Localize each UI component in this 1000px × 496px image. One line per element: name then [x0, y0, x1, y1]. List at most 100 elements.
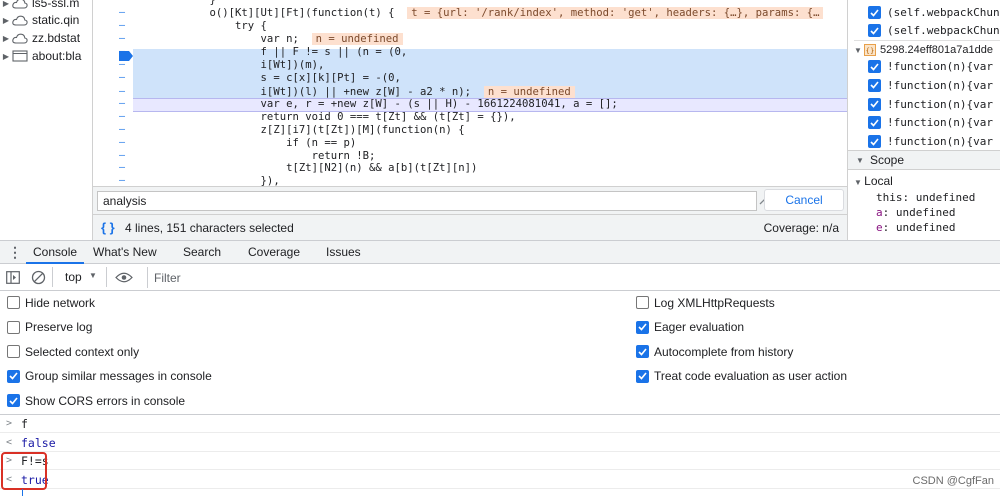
line-gutter-mark[interactable]: –: [119, 33, 129, 45]
checkbox-icon[interactable]: [868, 24, 881, 37]
dropdown-arrow-icon[interactable]: ▼: [89, 271, 97, 280]
cancel-button[interactable]: Cancel: [764, 189, 844, 211]
scope-var-row[interactable]: e: undefined: [876, 220, 955, 235]
code-line[interactable]: – var e, r = +new z[W] - (s || H) - 1661…: [93, 98, 847, 111]
collapse-arrow-icon[interactable]: ▼: [854, 178, 864, 187]
line-gutter-mark[interactable]: –: [119, 20, 129, 32]
code-line[interactable]: – return !B;: [93, 150, 847, 163]
checkbox-icon[interactable]: [868, 60, 881, 73]
callstack-row[interactable]: (self.webpackChun: [868, 3, 1000, 22]
tab-coverage[interactable]: Coverage: [248, 241, 300, 264]
code-line[interactable]: – t[Zt][N2](n) && a[b](t[Zt][n]): [93, 162, 847, 175]
expand-arrow-icon[interactable]: ▶: [0, 52, 12, 61]
code-line[interactable]: – }),: [93, 175, 847, 186]
checkbox-unchecked-icon[interactable]: [7, 296, 20, 309]
code-line[interactable]: – return void 0 === t[Zt] && (t[Zt] = {}…: [93, 111, 847, 124]
scope-var-key: this: [876, 191, 903, 204]
code-line[interactable]: – try {: [93, 20, 847, 33]
console-prompt-caret[interactable]: [22, 489, 23, 496]
checkbox-checked-icon[interactable]: [636, 369, 649, 383]
expand-arrow-icon[interactable]: ▶: [0, 16, 12, 25]
code-text: s = c[x][k][Pt] = -(0,: [133, 72, 401, 85]
tab-search[interactable]: Search: [183, 241, 221, 264]
line-gutter-mark[interactable]: –: [119, 150, 129, 162]
callstack-entry[interactable]: !function(n){var: [868, 57, 1000, 76]
checkbox-icon[interactable]: [868, 97, 881, 111]
line-gutter-mark[interactable]: –: [119, 124, 129, 136]
checkbox-icon[interactable]: [868, 116, 881, 130]
scope-var-key: a: [876, 206, 883, 219]
scope-var-row[interactable]: this: undefined: [876, 190, 975, 205]
code-line[interactable]: – i[Wt])(m),: [93, 59, 847, 72]
expand-arrow-icon[interactable]: ▶: [0, 0, 12, 8]
setting-option[interactable]: Hide network: [7, 294, 95, 311]
callstack-entry[interactable]: !function(n){var: [868, 132, 1000, 151]
nav-item-1[interactable]: ▶ static.qin: [0, 11, 79, 29]
code-line[interactable]: – }: [93, 0, 847, 7]
line-gutter-mark[interactable]: –: [119, 7, 129, 19]
checkbox-unchecked-icon[interactable]: [7, 320, 20, 334]
nav-item-3[interactable]: ▶ about:bla: [0, 47, 81, 65]
line-gutter-mark[interactable]: –: [119, 72, 129, 84]
collapse-arrow-icon[interactable]: ▼: [854, 46, 864, 55]
callstack-entry[interactable]: !function(n){var: [868, 95, 1000, 114]
checkbox-icon[interactable]: [868, 135, 881, 149]
checkbox-icon[interactable]: [868, 78, 881, 92]
code-line[interactable]: – if (n == p): [93, 137, 847, 150]
checkbox-checked-icon[interactable]: [7, 394, 20, 407]
clear-console-icon[interactable]: [31, 270, 46, 285]
callstack-entry[interactable]: !function(n){var: [868, 76, 1000, 95]
checkbox-checked-icon[interactable]: [636, 320, 649, 334]
line-gutter-mark[interactable]: –: [119, 111, 129, 123]
nav-item-2[interactable]: ▶ zz.bdstat: [0, 29, 80, 47]
console-log[interactable]: > f < false > F!=s < true: [0, 415, 1000, 496]
setting-option[interactable]: Eager evaluation: [636, 319, 744, 336]
context-selector[interactable]: top: [65, 270, 82, 284]
tab-issues[interactable]: Issues: [326, 241, 361, 264]
code-line[interactable]: – f || F != s || (n = (0,: [93, 46, 847, 59]
line-gutter-mark[interactable]: –: [119, 59, 129, 71]
code-line[interactable]: – z[Z][i7](t[Zt])[M](function(n) {: [93, 124, 847, 137]
line-gutter-mark[interactable]: –: [119, 0, 129, 6]
line-gutter-mark[interactable]: –: [119, 162, 129, 174]
code-line[interactable]: – var n; n = undefined: [93, 33, 847, 46]
pretty-print-icon[interactable]: { }: [101, 220, 115, 235]
tab-console[interactable]: Console: [26, 241, 85, 264]
tab-whats-new[interactable]: What's New: [93, 241, 157, 264]
scope-section-header[interactable]: ▼ Scope: [848, 150, 1000, 170]
setting-option[interactable]: Treat code evaluation as user action: [636, 368, 847, 385]
line-gutter-mark[interactable]: –: [119, 46, 129, 58]
line-gutter-mark[interactable]: –: [119, 98, 129, 110]
checkbox-icon[interactable]: [868, 6, 881, 19]
search-input[interactable]: [97, 191, 757, 211]
filter-input[interactable]: [147, 267, 1000, 288]
checkbox-unchecked-icon[interactable]: [7, 345, 20, 358]
code-line[interactable]: – o()[Kt][Ut][Ft](function(t) { t = {url…: [93, 7, 847, 20]
callstack-entry[interactable]: !function(n){var: [868, 113, 1000, 132]
checkbox-checked-icon[interactable]: [636, 345, 649, 358]
setting-option[interactable]: Selected context only: [7, 343, 139, 360]
line-gutter-mark[interactable]: –: [119, 137, 129, 149]
checkbox-unchecked-icon[interactable]: [636, 296, 649, 309]
setting-option[interactable]: Log XMLHttpRequests: [636, 294, 775, 311]
nav-item-label: about:bla: [32, 49, 82, 63]
code-line[interactable]: – s = c[x][k][Pt] = -(0,: [93, 72, 847, 85]
live-expression-eye-icon[interactable]: [115, 272, 133, 283]
line-gutter-mark[interactable]: –: [119, 175, 129, 186]
code-line[interactable]: – i[Wt])(l) || +new z[W] - a2 * n); n = …: [93, 86, 847, 99]
code-editor[interactable]: – }– o()[Kt][Ut][Ft](function(t) { t = {…: [93, 0, 847, 186]
scope-local-header[interactable]: ▼ Local: [854, 174, 893, 189]
coverage-status[interactable]: Coverage: n/a: [764, 221, 839, 235]
setting-option[interactable]: Autocomplete from history: [636, 343, 793, 360]
expand-arrow-icon[interactable]: ▶: [0, 34, 12, 43]
callstack-row[interactable]: (self.webpackChun: [868, 21, 1000, 40]
checkbox-checked-icon[interactable]: [7, 369, 20, 383]
more-menu-icon[interactable]: ⋮: [8, 244, 22, 261]
setting-option[interactable]: Show CORS errors in console: [7, 392, 185, 409]
line-gutter-mark[interactable]: –: [119, 86, 129, 98]
scope-var-row[interactable]: a: undefined: [876, 205, 955, 220]
setting-option[interactable]: Preserve log: [7, 319, 92, 336]
collapse-arrow-icon[interactable]: ▼: [856, 156, 870, 165]
sidebar-toggle-icon[interactable]: [6, 271, 20, 284]
setting-option[interactable]: Group similar messages in console: [7, 368, 212, 385]
